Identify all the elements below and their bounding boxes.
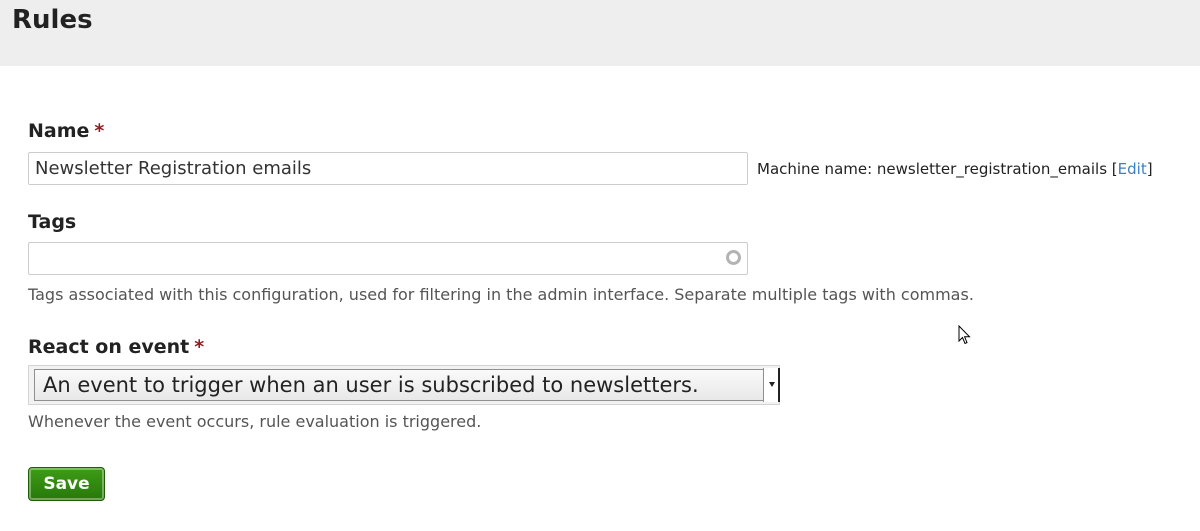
name-label-text: Name: [28, 120, 90, 142]
event-label-text: React on event: [28, 336, 190, 358]
page-header: Rules: [0, 0, 1200, 66]
machine-name: Machine name: newsletter_registration_em…: [757, 160, 1153, 178]
page-title: Rules: [12, 5, 93, 35]
mouse-pointer-icon: [958, 325, 971, 345]
select-dropdown-button[interactable]: [764, 368, 780, 402]
name-input[interactable]: [28, 152, 748, 185]
event-description: Whenever the event occurs, rule evaluati…: [28, 412, 482, 431]
autocomplete-throbber-icon: [726, 250, 741, 265]
event-select-field[interactable]: An event to trigger when an user is subs…: [34, 369, 769, 401]
machine-name-text: Machine name: newsletter_registration_em…: [757, 160, 1112, 178]
name-label: Name *: [28, 120, 104, 142]
event-required-marker: *: [194, 336, 205, 358]
machine-name-bracket-close: ]: [1146, 160, 1153, 178]
event-select[interactable]: An event to trigger when an user is subs…: [28, 365, 780, 405]
edit-machine-name-link[interactable]: Edit: [1118, 160, 1147, 178]
tags-input[interactable]: [28, 242, 748, 275]
name-required-marker: *: [94, 120, 105, 142]
save-button[interactable]: Save: [28, 467, 105, 501]
tags-description: Tags associated with this configuration,…: [28, 285, 974, 304]
chevron-down-icon: [769, 382, 775, 387]
event-select-value: An event to trigger when an user is subs…: [43, 373, 699, 397]
event-label: React on event *: [28, 336, 204, 358]
tags-label: Tags: [28, 211, 77, 233]
